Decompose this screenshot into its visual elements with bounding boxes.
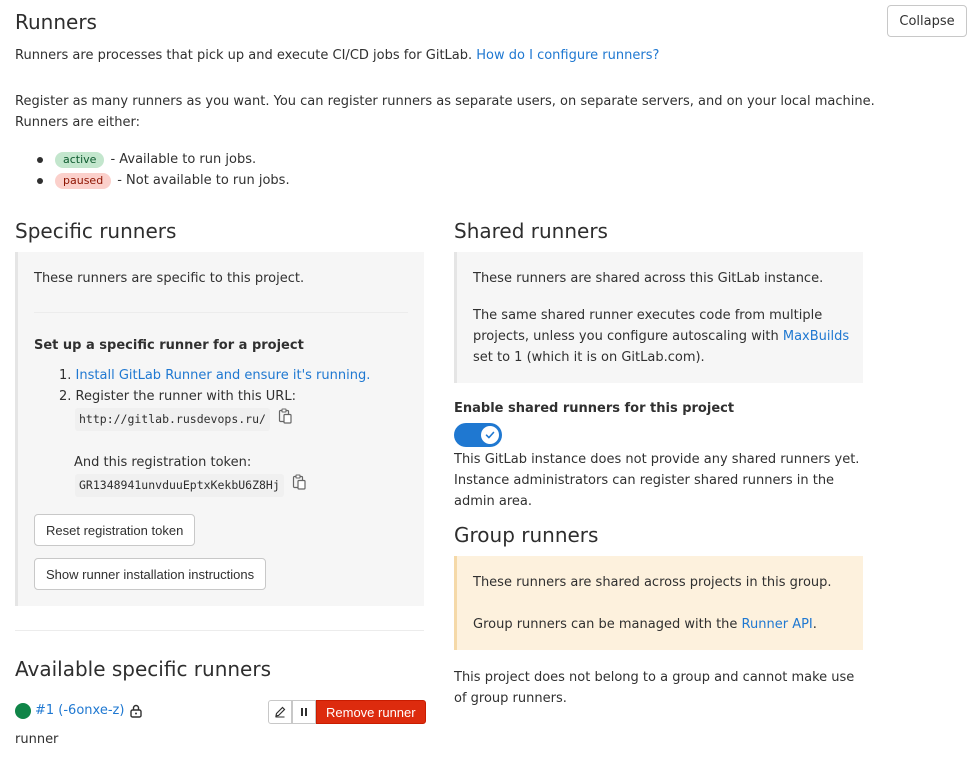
checkmark-icon [481, 426, 499, 444]
runner-states-list: active - Available to run jobs. paused -… [15, 149, 290, 191]
runners-description-text: Runners are processes that pick up and e… [15, 48, 473, 63]
paused-description: - Not available to run jobs. [117, 173, 290, 188]
runner-item: #1 (-6onxe-z) [35, 700, 143, 721]
shared-box-text-2: The same shared runner executes code fro… [473, 305, 853, 368]
group-runners-title: Group runners [454, 523, 599, 547]
group-runners-box: These runners are shared across projects… [454, 556, 863, 650]
no-shared-runners-text: This GitLab instance does not provide an… [454, 452, 860, 509]
runners-description: Runners are processes that pick up and e… [15, 45, 875, 66]
url-row: http://gitlab.rusdevops.ru/ [75, 408, 292, 431]
remove-runner-button[interactable]: Remove runner [316, 700, 426, 724]
runner-url: http://gitlab.rusdevops.ru/ [75, 408, 270, 431]
specific-runners-box: These runners are specific to this proje… [15, 252, 424, 606]
specific-box-text: These runners are specific to this proje… [34, 271, 305, 286]
state-paused-item: paused - Not available to run jobs. [15, 170, 290, 191]
setup-step-1: 1. Install GitLab Runner and ensure it's… [59, 365, 370, 386]
specific-runners-title: Specific runners [15, 219, 177, 243]
collapse-button[interactable]: Collapse [887, 5, 967, 37]
shared-box-text-2a: The same shared runner executes code fro… [473, 308, 823, 344]
token-row: GR1348941unvduuEptxKekbU6Z8Hj [75, 474, 306, 497]
available-runners-title: Available specific runners [15, 657, 272, 681]
configure-runners-link[interactable]: How do I configure runners? [476, 48, 659, 63]
setup-title: Set up a specific runner for a project [34, 338, 304, 353]
bullet-icon [37, 156, 43, 163]
active-badge: active [55, 151, 105, 168]
group-footer-text: This project does not belong to a group … [454, 670, 855, 706]
token-label: And this registration token: [74, 455, 252, 470]
shared-box-text-1: These runners are shared across this Git… [473, 271, 824, 286]
reset-token-button[interactable]: Reset registration token [34, 514, 196, 546]
copy-token-clipboard-icon[interactable] [292, 474, 306, 497]
shared-runners-title: Shared runners [454, 219, 608, 243]
register-text: Register as many runners as you want. Yo… [15, 94, 875, 130]
active-description: - Available to run jobs. [110, 152, 257, 167]
bullet-icon [37, 177, 43, 184]
step-2-text: Register the runner with this URL: [75, 389, 296, 404]
runner-actions: Remove runner [268, 700, 426, 724]
group-box-text-2a: Group runners can be managed with the [473, 617, 738, 632]
group-box-period: . [812, 617, 817, 632]
enable-shared-label: Enable shared runners for this project [454, 401, 735, 416]
copy-url-clipboard-icon[interactable] [278, 408, 292, 431]
section-divider [15, 630, 424, 631]
setup-step-2: 2. Register the runner with this URL: [59, 386, 296, 407]
state-active-item: active - Available to run jobs. [15, 149, 290, 170]
box-divider [34, 312, 408, 313]
shared-box-text-2b: set to 1 (which it is on GitLab.com). [473, 350, 705, 365]
shared-runners-box: These runners are shared across this Git… [454, 252, 863, 383]
show-instructions-button[interactable]: Show runner installation instructions [34, 558, 267, 590]
pause-runner-icon[interactable] [292, 700, 316, 724]
lock-icon [130, 704, 143, 718]
install-runner-link[interactable]: Install GitLab Runner and ensure it's ru… [76, 368, 371, 383]
runner-description: runner [15, 732, 59, 747]
runner-api-link[interactable]: Runner API [742, 617, 813, 632]
group-box-text-1: These runners are shared across projects… [473, 575, 832, 590]
page-title: Runners [15, 10, 97, 34]
registration-token: GR1348941unvduuEptxKekbU6Z8Hj [75, 474, 284, 497]
runner-online-status-icon [15, 703, 31, 719]
step-2-number: 2. [59, 389, 72, 404]
group-box-text-2: Group runners can be managed with the Ru… [473, 614, 817, 635]
maxbuilds-link[interactable]: MaxBuilds [783, 329, 849, 344]
paused-badge: paused [55, 172, 112, 189]
runner-link[interactable]: #1 (-6onxe-z) [35, 700, 124, 721]
step-1-number: 1. [59, 368, 72, 383]
shared-runners-toggle[interactable] [454, 423, 502, 447]
edit-runner-pencil-icon[interactable] [268, 700, 292, 724]
